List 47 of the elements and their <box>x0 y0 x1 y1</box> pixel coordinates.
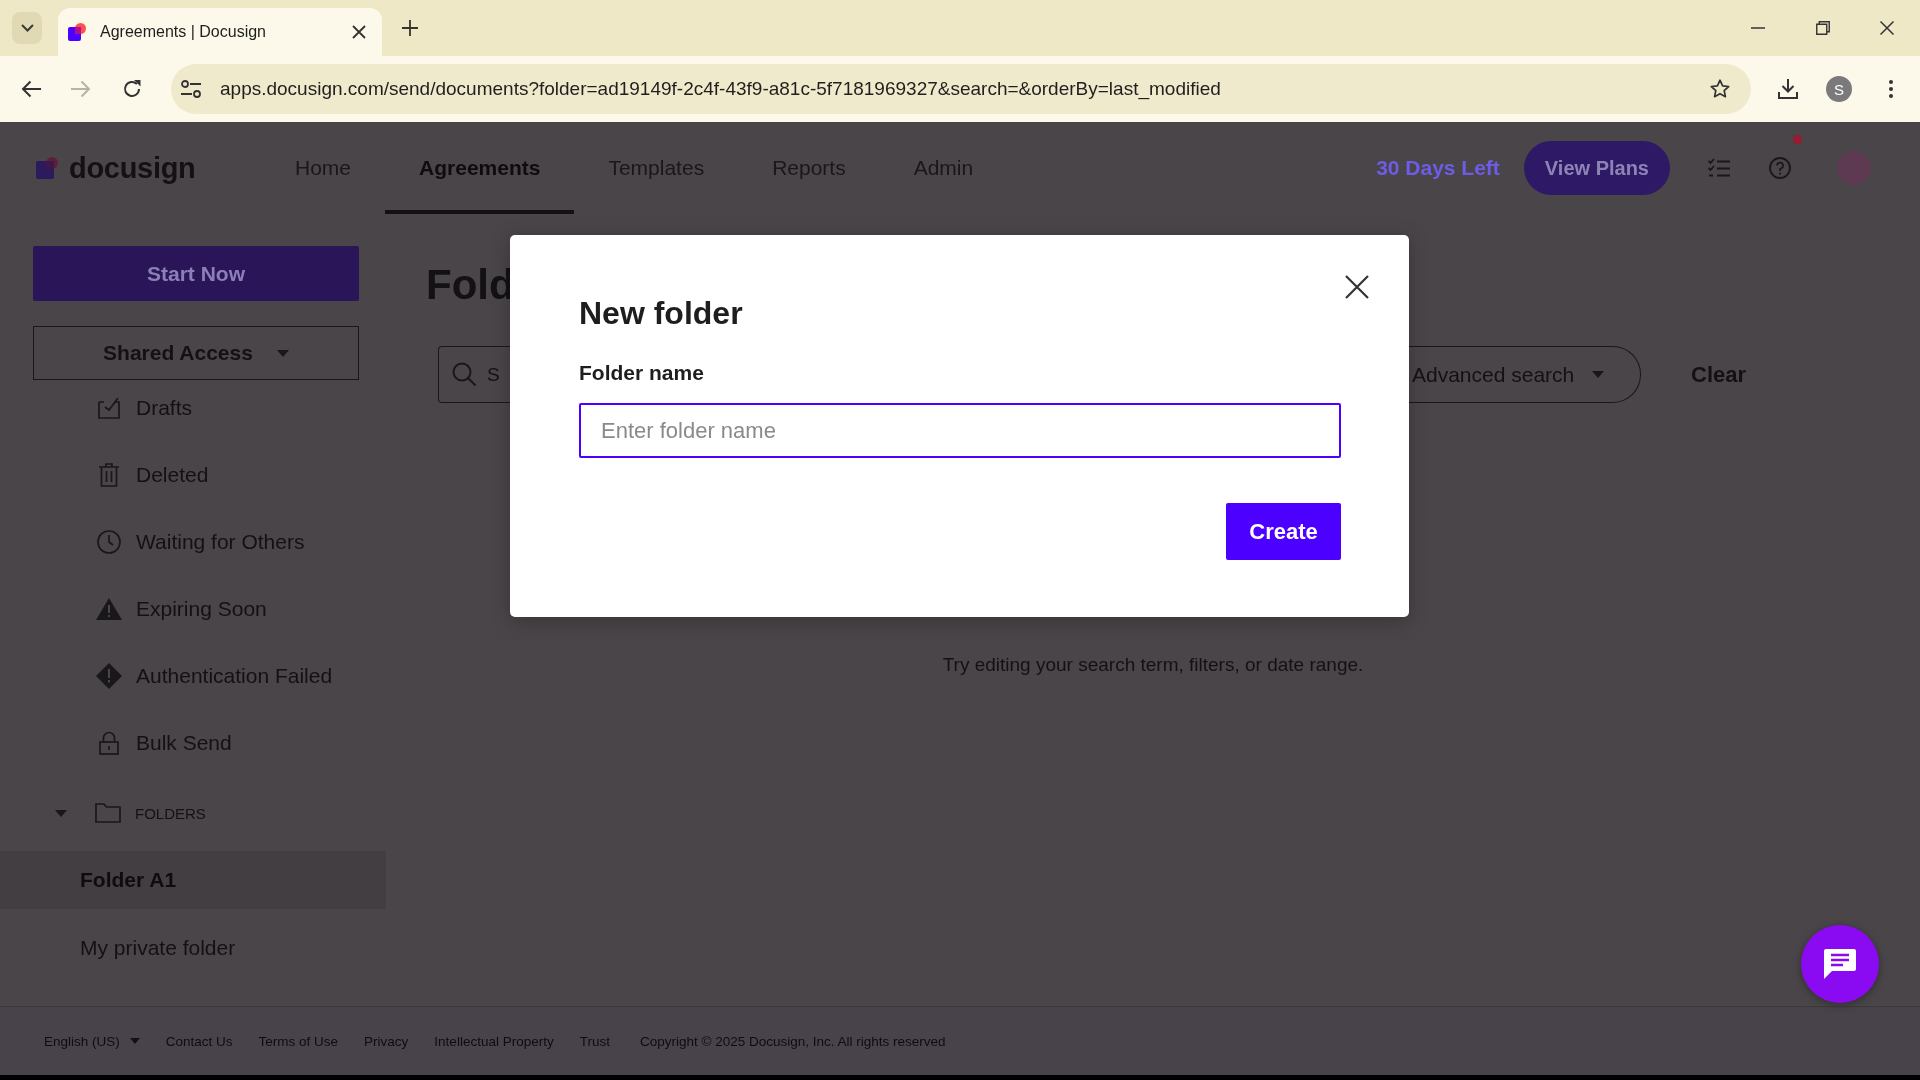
footer-link[interactable]: Privacy <box>364 1033 409 1049</box>
bookmark-star-icon[interactable] <box>1710 79 1730 99</box>
search-icon <box>452 362 476 386</box>
nav-tab[interactable]: Agreements <box>385 122 575 214</box>
warning-icon <box>96 598 122 620</box>
chat-button[interactable] <box>1801 925 1879 1003</box>
profile-button[interactable]: S <box>1826 76 1852 102</box>
reload-icon[interactable] <box>122 79 142 99</box>
copyright-text: Copyright © 2025 Docusign, Inc. All rights reserved <box>639 1033 946 1049</box>
trial-days-text: 30 Days Left <box>1376 156 1500 180</box>
view-plans-button[interactable]: View Plans <box>1523 141 1670 195</box>
caret-down-icon <box>1592 371 1605 378</box>
field-label: Folder name <box>579 361 704 385</box>
chat-icon <box>1824 949 1856 979</box>
tab-search-button[interactable] <box>12 12 42 44</box>
folder-name-input[interactable]: Enter folder name <box>579 403 1341 458</box>
plus-icon[interactable] <box>402 20 418 36</box>
browser-tab[interactable]: Agreements | Docusign <box>58 8 382 56</box>
caret-down-icon <box>129 1038 140 1044</box>
logo-icon <box>68 23 86 41</box>
menu-icon[interactable] <box>1889 80 1893 98</box>
footer-link[interactable]: Contact Us <box>165 1033 233 1049</box>
trash-icon <box>96 463 122 487</box>
dialog-title: New folder <box>579 295 743 331</box>
close-icon[interactable] <box>1345 275 1369 299</box>
chevron-down-icon <box>20 24 34 32</box>
checklist-icon[interactable] <box>1708 158 1730 178</box>
tray-icon <box>96 397 122 419</box>
lock-icon <box>96 731 122 755</box>
start-now-button[interactable]: Start Now <box>33 246 359 301</box>
address-bar[interactable]: apps.docusign.com/send/documents?folder=ad19149f-2c4f-43f9-a81c-5f7181969327&search=&orderBy=last_modified <box>171 64 1751 114</box>
language-selector[interactable]: English (US) <box>44 1033 140 1049</box>
restore-icon[interactable] <box>1816 21 1830 35</box>
close-icon[interactable] <box>1880 21 1894 35</box>
clock-icon <box>96 530 122 554</box>
alert-diamond-icon <box>96 663 122 689</box>
footer-link[interactable]: Terms of Use <box>258 1033 339 1049</box>
footer-link[interactable]: Intellectual Property <box>434 1033 554 1049</box>
footer-link[interactable]: Trust <box>579 1033 610 1049</box>
caret-down-icon <box>276 349 289 357</box>
close-icon[interactable] <box>352 25 366 39</box>
back-arrow-icon[interactable] <box>21 80 41 98</box>
folder-icon <box>95 803 121 823</box>
site-settings-icon[interactable] <box>181 80 201 98</box>
logo-icon <box>36 157 58 179</box>
create-button[interactable]: Create <box>1226 503 1341 560</box>
download-icon[interactable] <box>1778 79 1798 99</box>
